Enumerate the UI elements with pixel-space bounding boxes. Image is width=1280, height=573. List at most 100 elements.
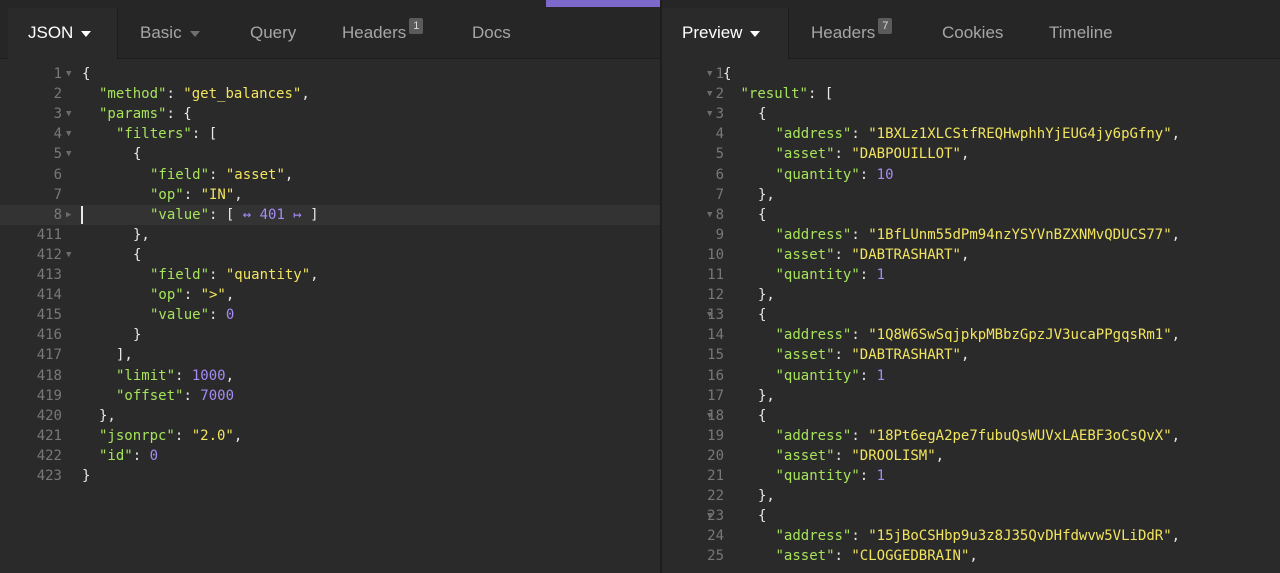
code-line[interactable]: 8 ▶ "value": [ ↔ 401 ↦ ] <box>0 204 660 225</box>
code-token: : <box>183 287 201 304</box>
code-line[interactable]: 25 "asset": "CLOGGEDBRAIN", <box>662 546 1280 566</box>
code-text: { <box>723 64 731 84</box>
line-number: 7 <box>53 186 62 203</box>
chevron-down-icon[interactable]: ▼ <box>66 245 71 265</box>
code-token: : <box>859 166 877 183</box>
chevron-down-icon[interactable]: ▼ <box>707 506 712 526</box>
tab-json[interactable]: JSON <box>8 8 118 59</box>
code-text: }, <box>758 486 775 506</box>
code-line[interactable]: 418 "limit": 1000, <box>0 366 660 386</box>
code-line[interactable]: 416} <box>0 325 660 345</box>
tab-basic[interactable]: Basic <box>140 8 200 58</box>
tab-preview[interactable]: Preview <box>662 8 789 59</box>
line-number: 417 <box>36 347 62 364</box>
code-line[interactable]: 4 "address": "1BXLz1XLCStfREQHwphhYjEUG4j… <box>662 124 1280 144</box>
chevron-down-icon[interactable]: ▼ <box>707 64 712 84</box>
code-line[interactable]: 421 "jsonrpc": "2.0", <box>0 426 660 446</box>
code-token: , <box>960 246 970 263</box>
code-line[interactable]: 22}, <box>662 486 1280 506</box>
code-line[interactable]: 417], <box>0 345 660 365</box>
chevron-down-icon[interactable]: ▼ <box>707 406 712 426</box>
code-line[interactable]: 423} <box>0 466 660 486</box>
tab-docs[interactable]: Docs <box>472 8 511 58</box>
code-line[interactable]: 4 ▼ "filters": [ <box>0 124 660 144</box>
code-token: "address" <box>775 427 852 444</box>
response-code-viewer[interactable]: 1 ▼{2 ▼ "result": [3 ▼{4 "address": "1BXLz1XL… <box>662 59 1280 573</box>
chevron-down-icon[interactable]: ▼ <box>707 84 712 104</box>
tab-query[interactable]: Query <box>250 8 296 58</box>
chevron-down-icon[interactable]: ▼ <box>66 104 71 124</box>
code-text: "limit": 1000, <box>116 366 234 386</box>
chevron-down-icon[interactable]: ▼ <box>66 124 71 144</box>
code-token: "limit" <box>116 367 176 384</box>
request-tabbar: JSON Basic Query Headers 1 Docs <box>0 8 660 59</box>
line-number: 4 <box>53 126 62 143</box>
code-line[interactable]: 24 "address": "15jBoCSHbp9u3z8J35QvDHfdwv… <box>662 526 1280 546</box>
code-line[interactable]: 20 "asset": "DROOLISM", <box>662 446 1280 466</box>
chevron-down-icon[interactable]: ▼ <box>707 205 712 225</box>
line-number: 5 <box>53 146 62 163</box>
code-line[interactable]: 420}, <box>0 406 660 426</box>
code-line[interactable]: 413 "field": "quantity", <box>0 265 660 285</box>
code-line[interactable]: 5 ▼ { <box>0 144 660 164</box>
code-text: }, <box>133 225 150 245</box>
code-line[interactable]: 7}, <box>662 185 1280 205</box>
code-line[interactable]: 1 ▼ { <box>662 64 1280 84</box>
chevron-down-icon[interactable]: ▼ <box>66 64 71 84</box>
chevron-down-icon[interactable]: ▼ <box>707 305 712 325</box>
code-line[interactable]: 23 ▼ { <box>662 506 1280 526</box>
code-line[interactable]: 414 "op": ">", <box>0 285 660 305</box>
code-text: "quantity": 10 <box>776 165 894 185</box>
line-number: 6 <box>53 166 62 183</box>
code-token: "address" <box>775 226 852 243</box>
code-line[interactable]: 14 "address": "1Q8W6SwSqjpkpMBbzGpzJV3uca… <box>662 325 1280 345</box>
code-token: { <box>82 66 91 82</box>
code-line[interactable]: 8 ▼ { <box>662 205 1280 225</box>
code-line[interactable]: 411}, <box>0 225 660 245</box>
tab-json-label: JSON <box>28 23 74 42</box>
code-line[interactable]: 18 ▼ { <box>662 406 1280 426</box>
code-line[interactable]: 2 "method": "get_balances", <box>0 84 660 104</box>
tab-headers[interactable]: Headers 1 <box>342 8 424 58</box>
code-line[interactable]: 5 "asset": "DABPOUILLOT", <box>662 144 1280 164</box>
code-line[interactable]: 11 "quantity": 1 <box>662 265 1280 285</box>
code-line[interactable]: 10 "asset": "DABTRASHART", <box>662 245 1280 265</box>
code-line[interactable]: 419 "offset": 7000 <box>0 386 660 406</box>
code-line[interactable]: 13 ▼ { <box>662 305 1280 325</box>
code-line[interactable]: 6 "field": "asset", <box>0 165 660 185</box>
tab-cookies[interactable]: Cookies <box>942 8 1003 58</box>
line-number: 10 <box>707 246 724 263</box>
collapsed-range-marker[interactable]: ↔ 401 ↦ <box>243 207 302 223</box>
code-line[interactable]: 12}, <box>662 285 1280 305</box>
code-line[interactable]: 422 "id": 0 <box>0 446 660 466</box>
caret-down-icon[interactable] <box>189 30 200 37</box>
code-line[interactable]: 1 ▼ { <box>0 64 660 84</box>
request-code-editor[interactable]: 1 ▼{2 "method": "get_balances", 3 ▼ "params":… <box>0 59 660 573</box>
code-line[interactable]: 9 "address": "1BfLUnm55dPm94nzYSYVnBZXNMv… <box>662 225 1280 245</box>
tab-headers-label: Headers <box>342 23 407 42</box>
line-number: 1 <box>53 66 62 82</box>
code-line[interactable]: 412 ▼ { <box>0 245 660 265</box>
code-line[interactable]: 21 "quantity": 1 <box>662 466 1280 486</box>
code-line[interactable]: 2 ▼ "result": [ <box>662 84 1280 104</box>
code-line[interactable]: 6 "quantity": 10 <box>662 165 1280 185</box>
code-text: "op": "IN", <box>150 185 243 205</box>
code-line[interactable]: 15 "asset": "DABTRASHART", <box>662 345 1280 365</box>
chevron-down-icon[interactable]: ▼ <box>707 104 712 124</box>
code-line[interactable]: 3 ▼ "params": { <box>0 104 660 124</box>
code-line[interactable]: 17}, <box>662 386 1280 406</box>
code-line[interactable]: 19 "address": "18Pt6egA2pe7fubuQsWUVxLAEB… <box>662 426 1280 446</box>
chevron-right-icon[interactable]: ▶ <box>66 205 71 225</box>
code-line[interactable]: 16 "quantity": 1 <box>662 366 1280 386</box>
chevron-down-icon[interactable]: ▼ <box>66 144 71 164</box>
code-line[interactable]: 3 ▼ { <box>662 104 1280 124</box>
tab-timeline[interactable]: Timeline <box>1049 8 1113 58</box>
tab-response-headers[interactable]: Headers 7 <box>811 8 893 58</box>
code-line[interactable]: 415 "value": 0 <box>0 305 660 325</box>
tab-docs-label: Docs <box>472 23 511 42</box>
code-line[interactable]: 7 "op": "IN", <box>0 185 660 205</box>
code-token: , <box>960 347 970 364</box>
caret-down-icon[interactable] <box>81 30 92 37</box>
code-text: "address": "1BXLz1XLCStfREQHwphhYjEUG4jy… <box>776 124 1181 144</box>
caret-down-icon[interactable] <box>750 30 761 37</box>
